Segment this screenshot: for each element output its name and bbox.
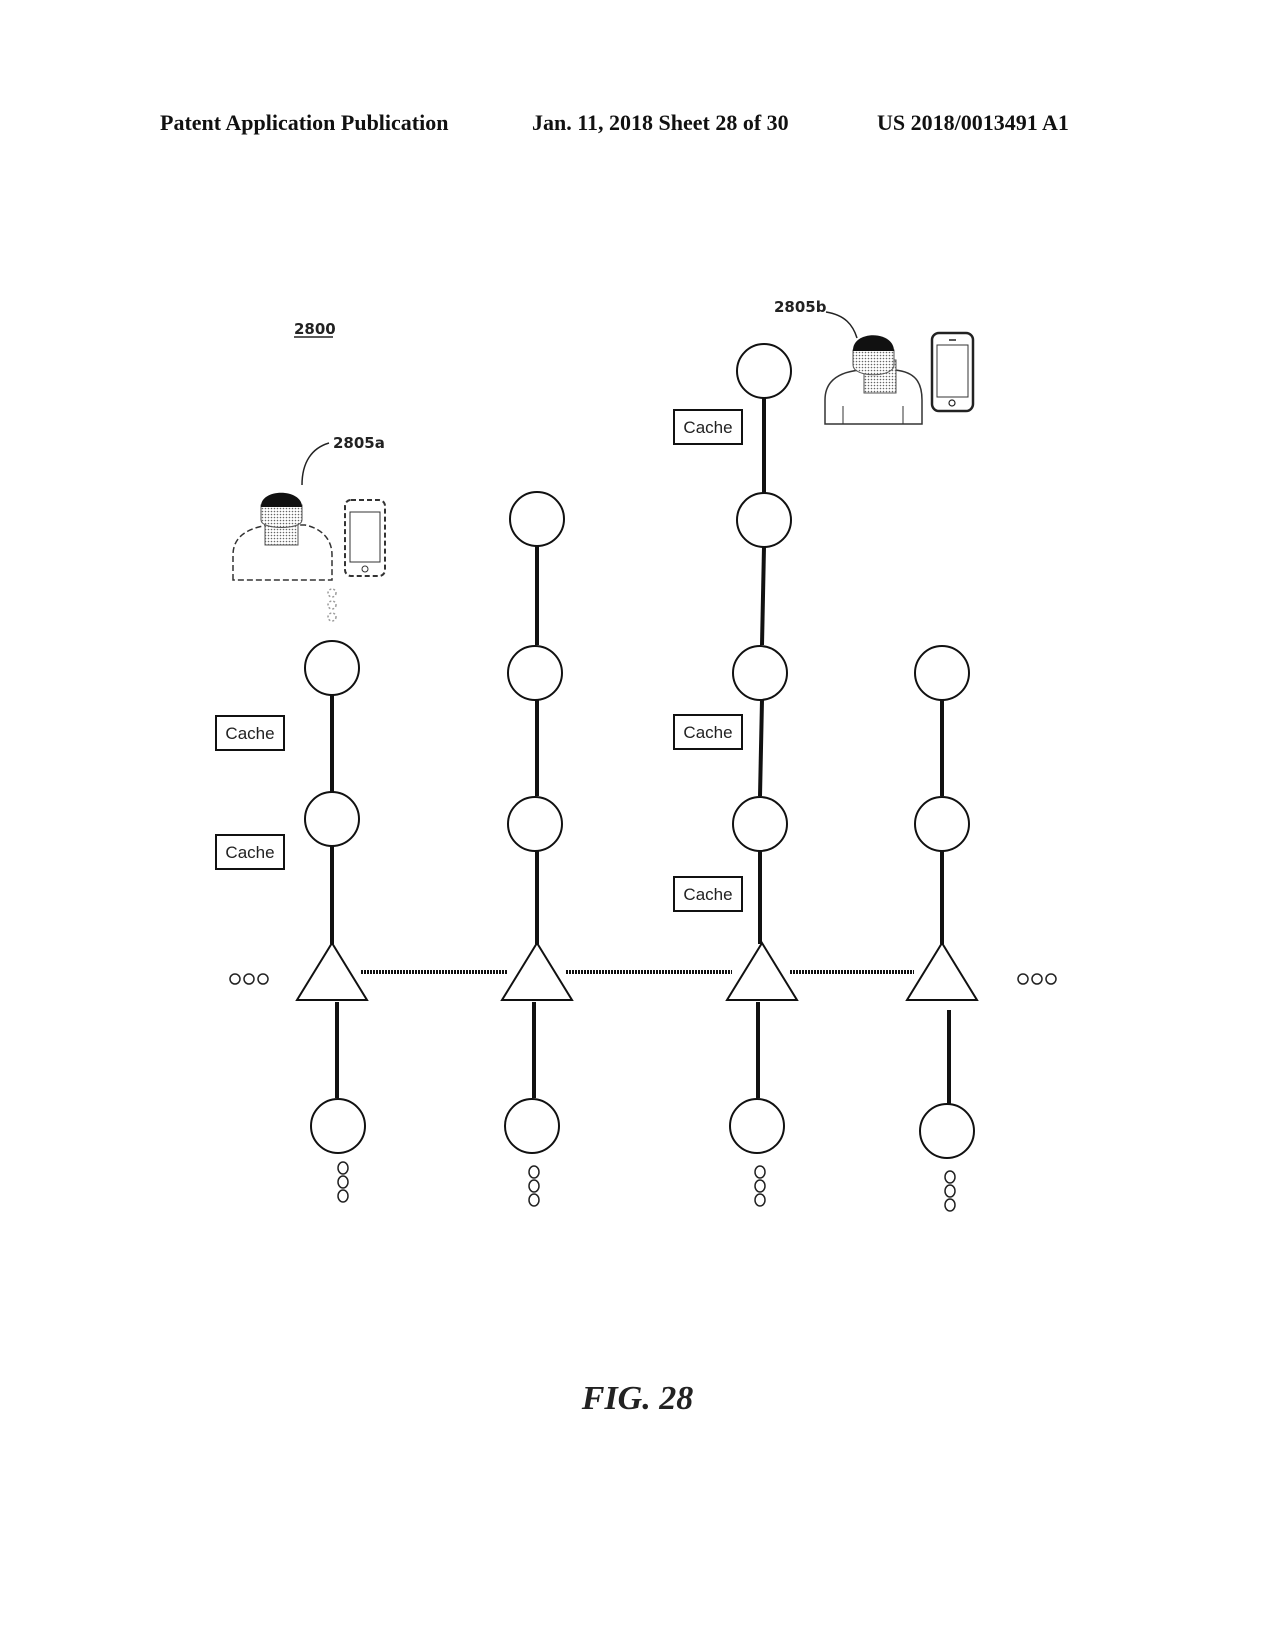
ellipsis-bottom bbox=[944, 1170, 956, 1212]
figure-reference-2800: 2800 bbox=[294, 320, 336, 338]
svg-text:Cache: Cache bbox=[683, 723, 732, 742]
svg-text:Cache: Cache bbox=[683, 418, 732, 437]
ellipsis-bottom bbox=[337, 1161, 349, 1203]
cache-box: Cache bbox=[215, 834, 285, 870]
user-a-movement-trail bbox=[327, 588, 337, 622]
cache-box: Cache bbox=[673, 409, 743, 445]
node-circle bbox=[507, 796, 563, 852]
person-head-icon bbox=[260, 504, 303, 528]
switch-triangle bbox=[295, 941, 369, 1001]
leader-line bbox=[825, 311, 858, 339]
node-circle bbox=[919, 1103, 975, 1159]
user-a-reference-label: 2805a bbox=[333, 434, 385, 452]
node-circle bbox=[729, 1098, 785, 1154]
node-circle bbox=[304, 640, 360, 696]
cache-box: Cache bbox=[215, 715, 285, 751]
svg-text:Cache: Cache bbox=[225, 724, 274, 743]
smartphone-icon bbox=[344, 499, 386, 577]
node-circle bbox=[310, 1098, 366, 1154]
leader-line bbox=[301, 442, 330, 486]
switch-triangle bbox=[500, 941, 574, 1001]
node-circle bbox=[732, 796, 788, 852]
node-circle bbox=[504, 1098, 560, 1154]
figure-caption: FIG. 28 bbox=[581, 1380, 694, 1417]
user-b-reference-label: 2805b bbox=[774, 298, 827, 316]
switch-triangle bbox=[725, 941, 799, 1001]
cache-box: Cache bbox=[673, 876, 743, 912]
switch-triangle bbox=[905, 941, 979, 1001]
node-circle bbox=[507, 645, 563, 701]
vertical-links bbox=[330, 398, 951, 1104]
svg-text:Cache: Cache bbox=[225, 843, 274, 862]
node-circle bbox=[509, 491, 565, 547]
node-circle bbox=[732, 645, 788, 701]
person-head-icon bbox=[852, 349, 895, 376]
node-circle bbox=[914, 645, 970, 701]
ellipsis-right bbox=[1017, 973, 1057, 985]
node-circle bbox=[304, 791, 360, 847]
ellipsis-left bbox=[229, 973, 269, 985]
ellipsis-bottom bbox=[754, 1165, 766, 1207]
node-circle bbox=[914, 796, 970, 852]
ellipsis-bottom bbox=[528, 1165, 540, 1207]
node-circle bbox=[736, 343, 792, 399]
cache-box: Cache bbox=[673, 714, 743, 750]
svg-text:Cache: Cache bbox=[683, 885, 732, 904]
user-2805a: 2805a bbox=[232, 434, 386, 581]
user-2805b: 2805b bbox=[774, 298, 975, 425]
node-circle bbox=[736, 492, 792, 548]
